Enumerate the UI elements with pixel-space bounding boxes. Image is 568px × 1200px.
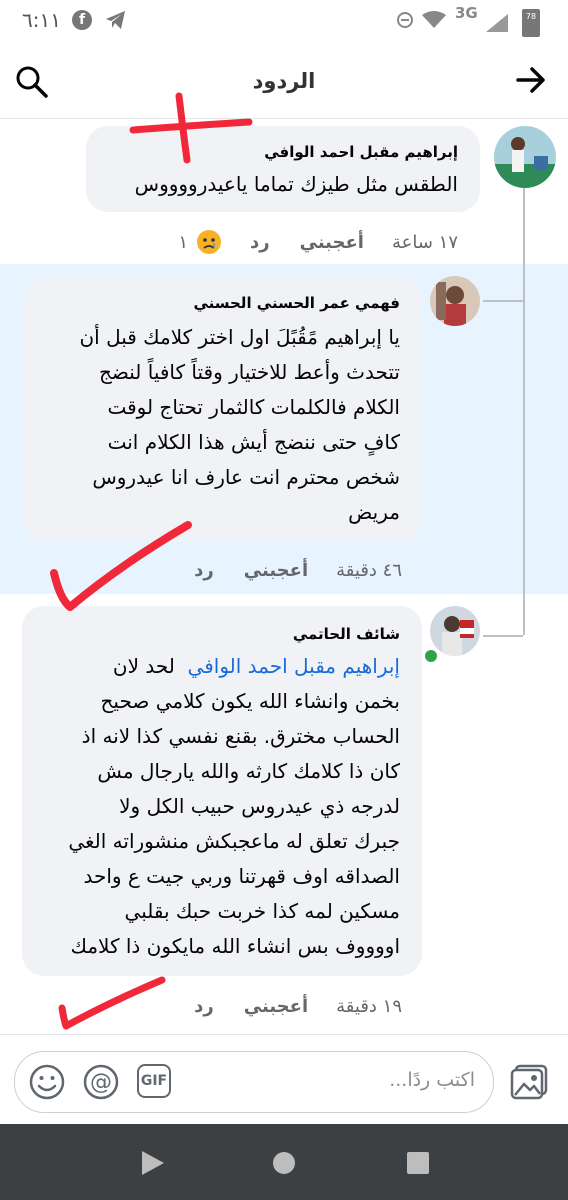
red-checkmark-annotation <box>50 521 192 611</box>
comment-text-line: إبراهيم مقبل احمد الوافي لحد لان <box>28 649 400 684</box>
comment-text: الطقس مثل طيزك تماما ياعيدرووووس <box>134 172 458 196</box>
reply-button[interactable]: رد <box>194 996 214 1017</box>
comment-text-line: كان ذا كلامك كارثه والله يارجال مش <box>97 759 400 783</box>
back-arrow-icon[interactable] <box>516 66 546 94</box>
thread-line <box>523 188 525 635</box>
comment-time: ١٧ ساعة <box>391 231 458 253</box>
home-nav-icon[interactable] <box>272 1151 296 1175</box>
telegram-icon <box>106 11 125 29</box>
signal-icon <box>486 14 508 32</box>
comment-text-line: شخص محترم انت عارف انا عيدروس <box>92 465 400 489</box>
back-nav-icon[interactable] <box>140 1149 166 1177</box>
comment-text-line: يا إبراهيم مًقُبًلَ اول اختر كلامك قبل أ… <box>79 325 400 349</box>
thread-connector <box>483 280 523 302</box>
comment-author[interactable]: فهمي عمر الحسني الحسني <box>193 294 400 312</box>
comment-time: ٤٦ دقيقة <box>336 560 402 581</box>
comment-actions: ٤٦ دقيقة أعجبني رد <box>194 560 402 581</box>
reply-button[interactable]: رد <box>250 232 270 253</box>
comment-author[interactable]: شائف الحاتمي <box>293 625 400 643</box>
comment-text-line: لدرجه ذي عيدروس حبيب الكل ولا <box>119 794 400 818</box>
status-bar: ٦:١١ f 3G 78 <box>0 0 568 42</box>
comment-actions: ١٩ دقيقة أعجبني رد <box>194 996 402 1017</box>
mute-icon <box>397 12 413 28</box>
comment-text-line: كافٍ حتى ننضج أيش هذا الكلام انت <box>107 430 400 454</box>
like-button[interactable]: أعجبني <box>244 996 308 1017</box>
red-cross-annotation <box>129 92 253 164</box>
comment-text-line: اووووف بس انشاء الله مايكون ذا كلامك <box>70 934 400 958</box>
avatar[interactable] <box>430 606 480 656</box>
header: الردود <box>0 42 568 119</box>
comment-bubble: فهمي عمر الحسني الحسني يا إبراهيم مًقُبً… <box>24 278 422 542</box>
wifi-icon <box>422 11 446 28</box>
recents-nav-icon[interactable] <box>406 1151 430 1175</box>
thread-connector <box>483 615 523 637</box>
like-button[interactable]: أعجبني <box>244 560 308 581</box>
red-checkmark-annotation <box>58 976 166 1030</box>
sad-face-emoji-icon <box>197 230 221 254</box>
comment-text-line: الحساب مخترق. بقنع نفسي كذا لانه اذ <box>81 724 400 748</box>
status-time: ٦:١١ <box>22 8 61 32</box>
comment-text-line: تتحدث وأعط للاختيار وقتاً كافياً لنضج <box>98 360 400 384</box>
mention-icon[interactable]: @ <box>83 1064 119 1100</box>
photo-icon[interactable] <box>510 1063 550 1101</box>
emoji-icon[interactable] <box>29 1064 65 1100</box>
mention-link[interactable]: إبراهيم مقبل احمد الوافي <box>188 654 400 678</box>
battery-icon: 78 <box>522 9 540 37</box>
reaction-summary[interactable]: ١ <box>178 229 222 255</box>
comment-text-line: الصداقه اوف قهرتنا وربي جيت ع واحد <box>83 864 400 888</box>
facebook-icon: f <box>72 10 92 30</box>
comment-text: لحد لان <box>112 654 175 678</box>
comment-actions: ١٧ ساعة أعجبني رد ١ <box>178 229 458 255</box>
online-status-indicator <box>423 648 439 664</box>
reply-input-box[interactable]: @ GIF اكتب ردًا... <box>14 1051 494 1113</box>
reaction-count: ١ <box>178 231 188 253</box>
comment-author[interactable]: إبراهيم مقبل احمد الوافي <box>264 143 458 161</box>
avatar[interactable] <box>494 126 556 188</box>
comment-text-line: الكلام فالكلمات كالثمار تحتاج لوقت <box>107 395 400 419</box>
reply-composer: @ GIF اكتب ردًا... <box>0 1034 568 1125</box>
page-title: الردود <box>252 69 316 93</box>
network-type: 3G <box>455 4 478 22</box>
comment-text-line: جبرك تعلق له ماعجبكش منشوراته الغي <box>68 829 400 853</box>
avatar[interactable] <box>430 276 480 326</box>
comment-bubble: شائف الحاتمي إبراهيم مقبل احمد الوافي لح… <box>22 606 422 976</box>
gif-icon[interactable]: GIF <box>137 1064 171 1098</box>
system-navigation-bar <box>0 1124 568 1200</box>
svg-text:@: @ <box>90 1070 112 1095</box>
reply-input[interactable]: اكتب ردًا... <box>389 1069 475 1091</box>
comment-text-line: مسكين لمه كذا خربت حبك بقلبي <box>124 899 400 923</box>
comment-text-line: بخمن وانشاء الله يكون كلامي صحيح <box>100 689 400 713</box>
like-button[interactable]: أعجبني <box>300 232 364 253</box>
comment-time: ١٩ دقيقة <box>336 996 402 1017</box>
